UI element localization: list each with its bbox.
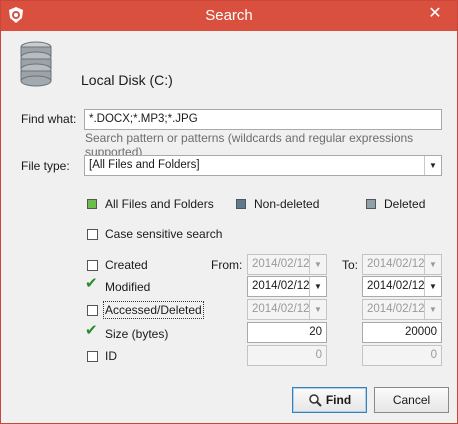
close-icon[interactable]: ✕ xyxy=(423,3,447,25)
deleted-legend-icon xyxy=(366,199,376,209)
dialog-body: Local Disk (C:) Find what: *.DOCX;*.MP3;… xyxy=(7,31,451,419)
created-from-date[interactable]: 2014/02/12 ▼ xyxy=(247,254,327,275)
file-type-label: File type: xyxy=(21,159,70,173)
created-label: Created xyxy=(105,258,148,272)
accessed-label: Accessed/Deleted xyxy=(103,301,204,319)
modified-label: Modified xyxy=(105,280,151,294)
non-deleted-legend-icon xyxy=(236,199,246,209)
disk-label: Local Disk (C:) xyxy=(81,72,173,88)
accessed-from-date[interactable]: 2014/02/12 ▼ xyxy=(247,299,327,320)
find-what-label: Find what: xyxy=(21,112,77,126)
file-type-select[interactable]: [All Files and Folders] ▼ xyxy=(84,155,442,176)
created-to-value: 2014/02/12 xyxy=(367,258,425,270)
chevron-down-icon: ▼ xyxy=(424,255,441,274)
id-to-input[interactable]: 0 xyxy=(362,345,442,366)
to-label: To: xyxy=(342,258,359,272)
chevron-down-icon: ▼ xyxy=(424,300,441,319)
accessed-to-value: 2014/02/12 xyxy=(367,303,425,315)
file-type-selected: [All Files and Folders] xyxy=(89,159,200,171)
size-to-input[interactable]: 20000 xyxy=(362,322,442,343)
case-sensitive-label: Case sensitive search xyxy=(105,227,223,241)
all-files-legend-icon xyxy=(87,199,97,209)
find-what-input[interactable]: *.DOCX;*.MP3;*.JPG xyxy=(84,109,442,130)
chevron-down-icon: ▼ xyxy=(424,277,441,296)
search-dialog: Search ✕ Local Disk (C:) Find what: *.DO… xyxy=(0,0,458,424)
from-label: From: xyxy=(211,258,243,272)
modified-from-value: 2014/02/12 xyxy=(252,280,310,292)
legend-all-label: All Files and Folders xyxy=(105,197,214,211)
chevron-down-icon: ▼ xyxy=(309,255,326,274)
size-from-input[interactable]: 20 xyxy=(247,322,327,343)
find-magnifier-icon xyxy=(308,391,322,407)
created-from-value: 2014/02/12 xyxy=(252,258,310,270)
created-to-date[interactable]: 2014/02/12 ▼ xyxy=(362,254,442,275)
cancel-button[interactable]: Cancel xyxy=(374,387,449,413)
modified-to-date[interactable]: 2014/02/12 ▼ xyxy=(362,276,442,297)
created-checkbox[interactable] xyxy=(87,260,98,271)
case-sensitive-checkbox[interactable] xyxy=(87,229,98,240)
size-label: Size (bytes) xyxy=(105,327,169,341)
find-button-label: Find xyxy=(325,393,352,407)
accessed-to-date[interactable]: 2014/02/12 ▼ xyxy=(362,299,442,320)
modified-checkmark-icon[interactable]: ✔ xyxy=(85,276,101,291)
id-from-input[interactable]: 0 xyxy=(247,345,327,366)
id-checkbox[interactable] xyxy=(87,351,98,362)
accessed-from-value: 2014/02/12 xyxy=(252,303,310,315)
window-title: Search xyxy=(205,7,253,24)
find-button[interactable]: Find xyxy=(292,387,367,413)
id-label: ID xyxy=(105,349,117,363)
accessed-checkbox[interactable] xyxy=(87,305,98,316)
legend-deleted-label: Deleted xyxy=(384,197,426,211)
size-checkmark-icon[interactable]: ✔ xyxy=(85,323,101,338)
modified-to-value: 2014/02/12 xyxy=(367,280,425,292)
legend-non-deleted-label: Non-deleted xyxy=(254,197,320,211)
chevron-down-icon: ▼ xyxy=(309,277,326,296)
title-bar[interactable]: Search ✕ xyxy=(1,1,457,31)
chevron-down-icon: ▼ xyxy=(309,300,326,319)
disk-drive-icon xyxy=(20,41,52,87)
chevron-down-icon: ▼ xyxy=(424,156,441,175)
modified-from-date[interactable]: 2014/02/12 ▼ xyxy=(247,276,327,297)
